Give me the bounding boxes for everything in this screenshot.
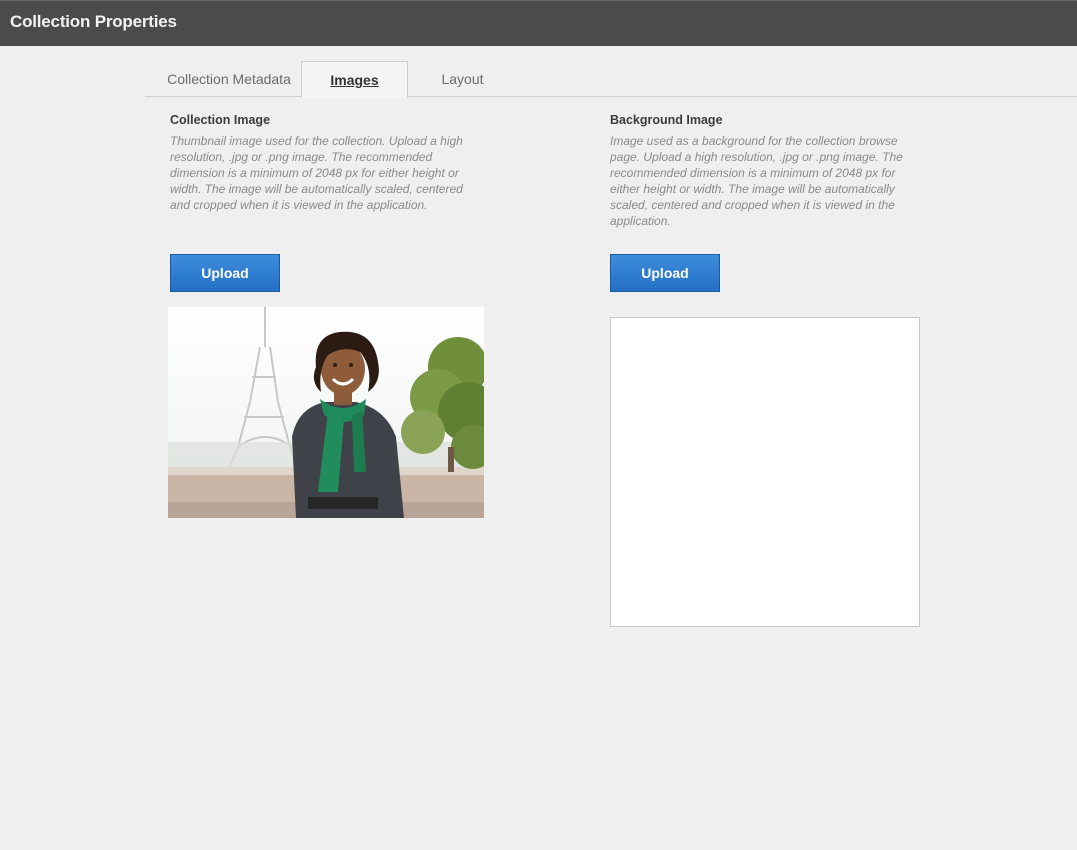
background-image-description: Image used as a background for the colle… [610, 134, 903, 228]
background-image-preview [610, 317, 920, 627]
collection-image-description: Thumbnail image used for the collection.… [170, 134, 463, 212]
background-image-section: Background Image Image used as a backgro… [610, 113, 920, 229]
tab-bar: Collection Metadata Images Layout [145, 61, 1077, 98]
collection-image-section: Collection Image Thumbnail image used fo… [170, 113, 480, 213]
tab-images[interactable]: Images [301, 61, 408, 98]
collection-image-heading: Collection Image [170, 113, 271, 127]
tab-layout[interactable]: Layout [415, 61, 510, 97]
thumbnail-photo [168, 307, 484, 518]
background-image-upload-button[interactable]: Upload [610, 254, 720, 292]
window-title: Collection Properties [10, 12, 177, 31]
background-image-heading: Background Image [610, 113, 723, 127]
title-bar: Collection Properties [0, 0, 1077, 46]
collection-image-upload-button[interactable]: Upload [170, 254, 280, 292]
collection-thumbnail-image [168, 307, 484, 518]
tab-collection-metadata[interactable]: Collection Metadata [161, 61, 297, 97]
